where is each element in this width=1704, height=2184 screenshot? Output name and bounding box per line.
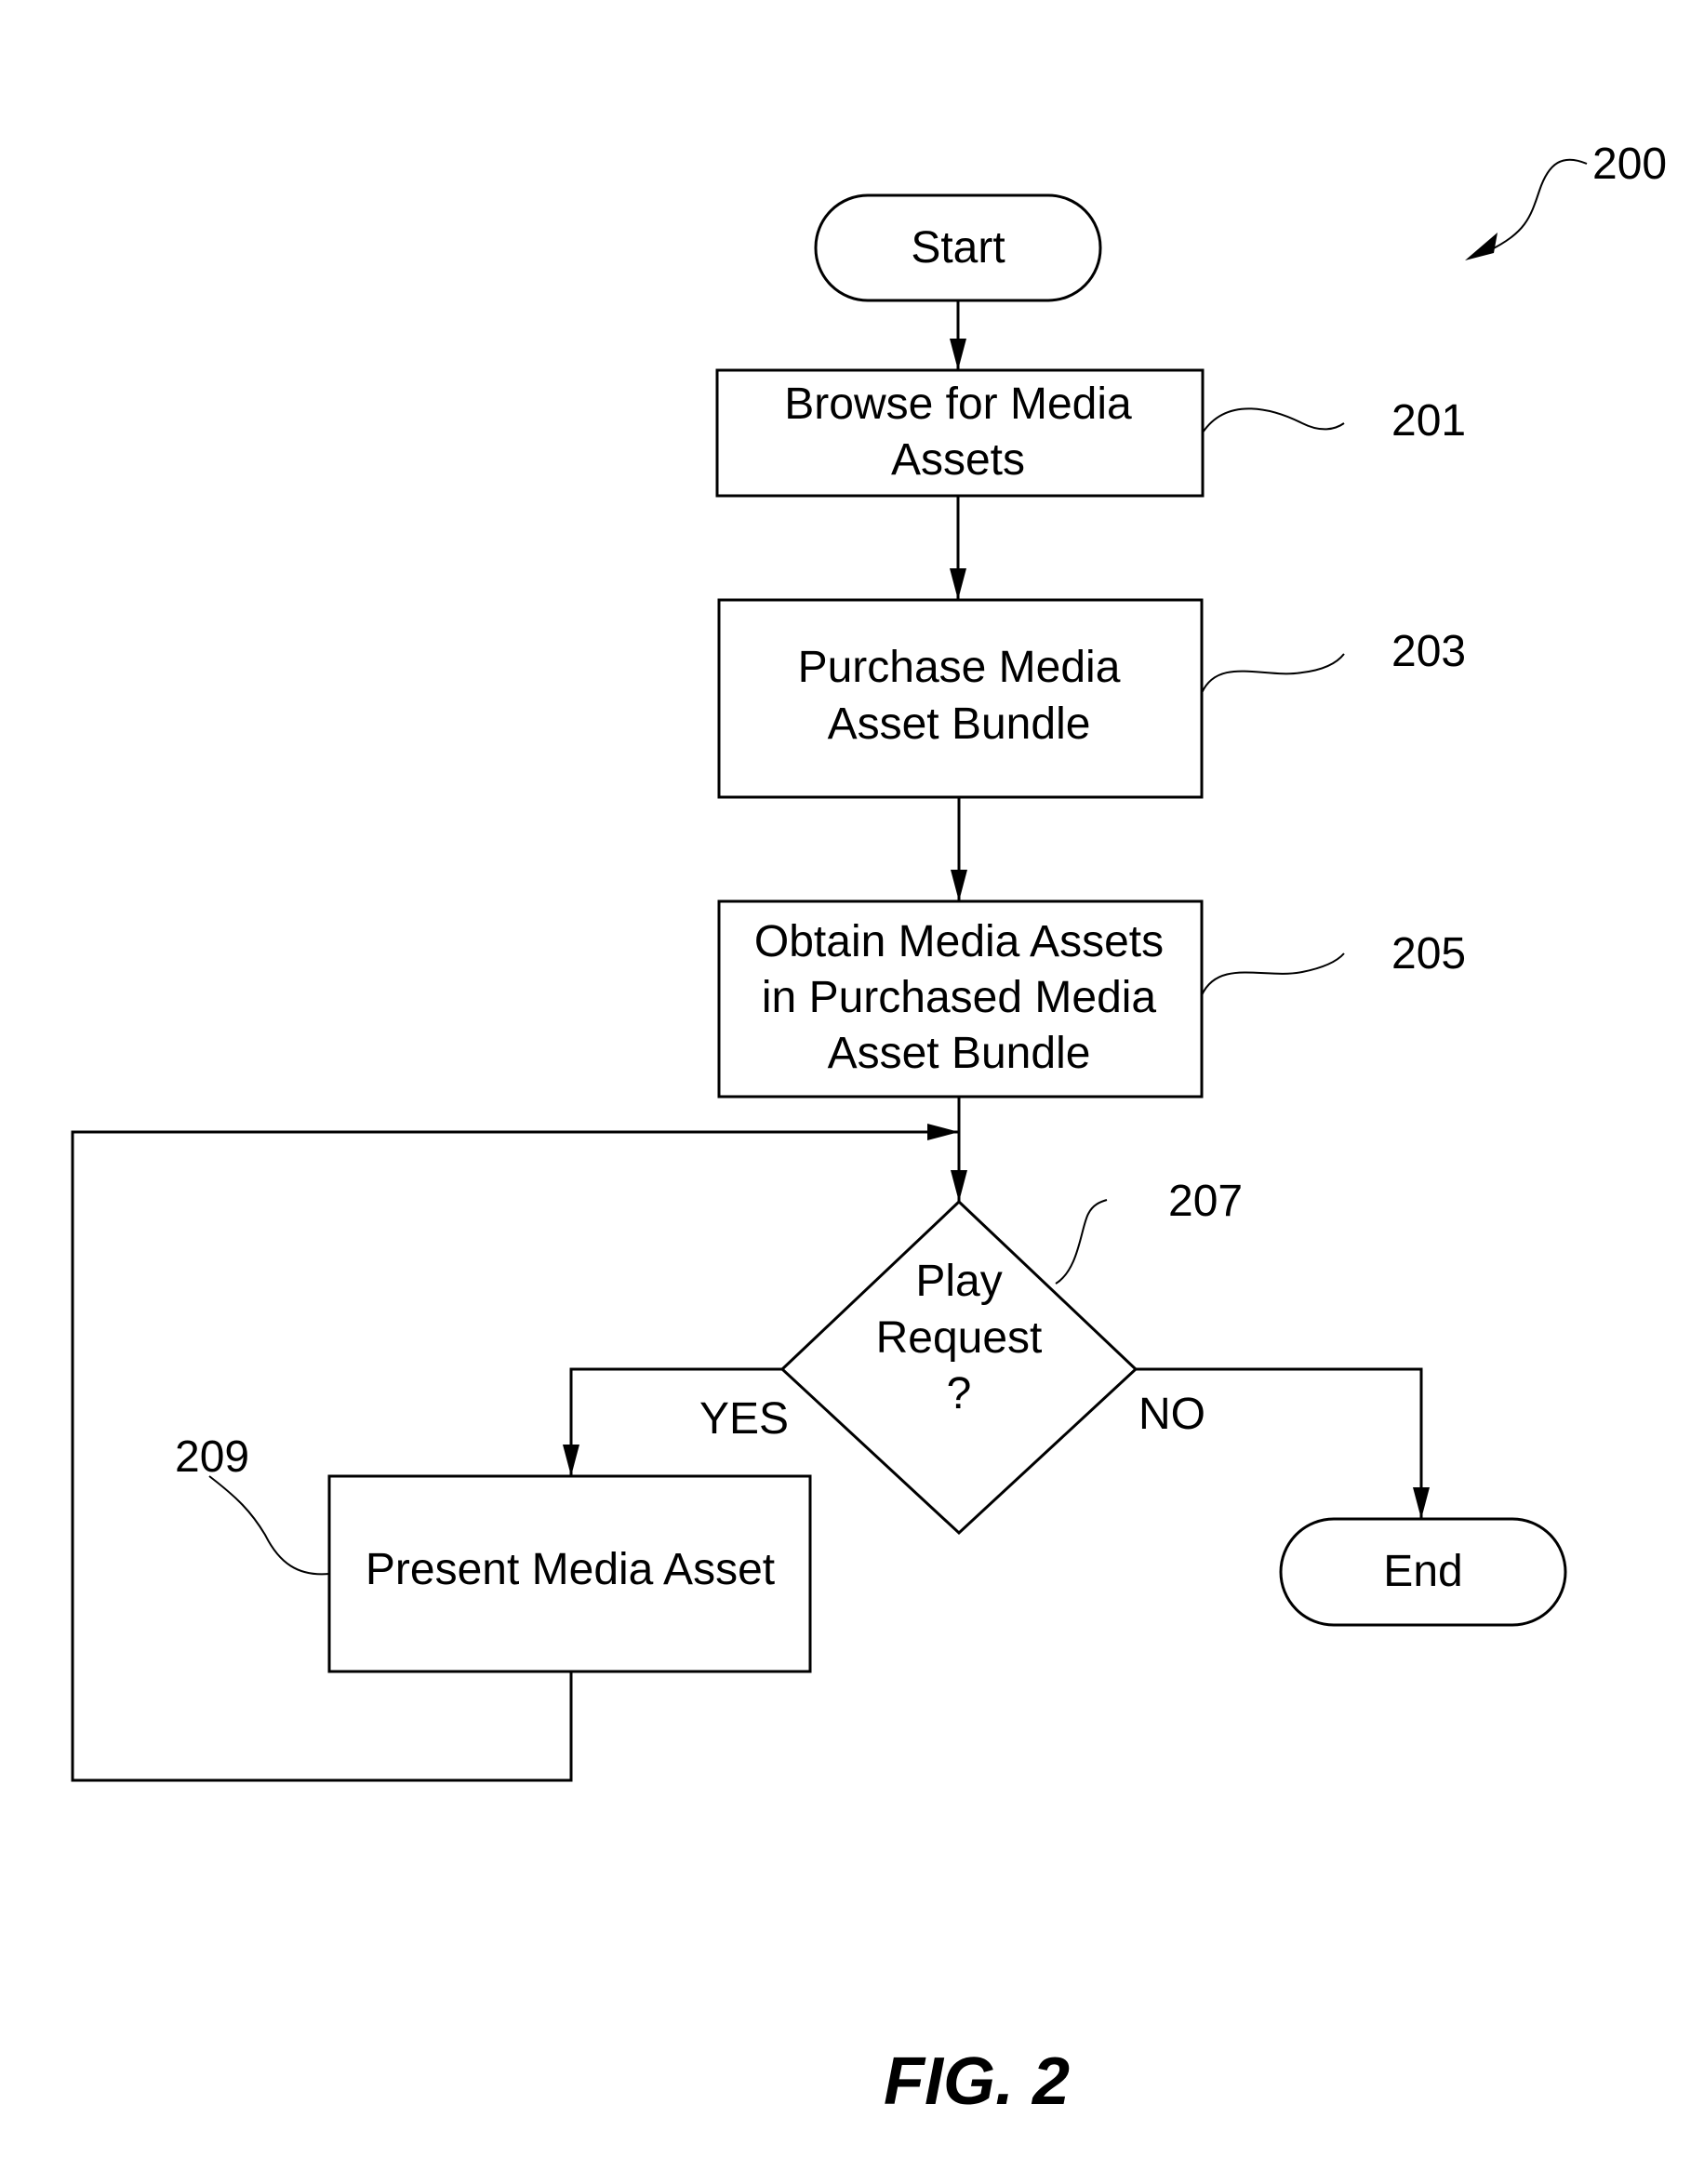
process-obtain-label-line-3: Asset Bundle	[828, 1029, 1091, 1078]
decision-play-request[interactable]: Play Request ?	[779, 1199, 1138, 1536]
process-purchase-label-line-2: Asset Bundle	[828, 699, 1091, 749]
start-terminal[interactable]: Start	[814, 193, 1102, 302]
process-purchase-shape	[717, 598, 1204, 799]
ref-label-201: 201	[1391, 396, 1466, 446]
ref-leader-207	[1055, 1199, 1108, 1285]
figure-ref-200: 200	[1465, 140, 1667, 260]
process-purchase-label-line-1: Purchase Media	[798, 643, 1121, 692]
process-obtain-label-line-2: in Purchased Media	[762, 973, 1157, 1022]
end-terminal[interactable]: End	[1279, 1517, 1567, 1627]
process-obtain-assets[interactable]: Obtain Media Assets in Purchased Media A…	[717, 899, 1204, 1099]
process-present-media-asset[interactable]: Present Media Asset	[327, 1474, 812, 1673]
process-browse-label-line-1: Browse for Media	[784, 380, 1132, 429]
figure-ref-leader	[1487, 158, 1588, 252]
ref-leader-201	[1202, 407, 1345, 433]
ref-label-203: 203	[1391, 627, 1466, 676]
process-obtain-label-line-1: Obtain Media Assets	[754, 917, 1164, 966]
flowchart-canvas: 200 Start Browse for Media Assets 201 Pu…	[71, 140, 1667, 2119]
figure-ref-number: 200	[1592, 140, 1667, 189]
decision-label-line-2: Request	[876, 1313, 1043, 1363]
process-browse-media-assets[interactable]: Browse for Media Assets	[715, 368, 1205, 498]
ref-label-209: 209	[175, 1432, 249, 1482]
process-present-label: Present Media Asset	[366, 1545, 775, 1594]
end-terminal-label: End	[1383, 1547, 1462, 1596]
ref-leader-205	[1201, 952, 1345, 996]
process-purchase-bundle[interactable]: Purchase Media Asset Bundle	[717, 598, 1204, 799]
decision-label-line-1: Play	[915, 1257, 1002, 1306]
edge-label-yes: YES	[699, 1394, 789, 1444]
figure-caption: FIG. 2	[884, 2044, 1070, 2119]
edge-label-no: NO	[1138, 1390, 1205, 1439]
start-terminal-label: Start	[911, 223, 1005, 273]
ref-leader-203	[1201, 653, 1345, 694]
process-browse-label-line-2: Assets	[891, 435, 1025, 485]
decision-label-line-3: ?	[947, 1369, 972, 1418]
ref-label-207: 207	[1168, 1177, 1243, 1226]
decision-shape	[779, 1199, 1138, 1536]
ref-leader-209	[208, 1475, 330, 1576]
ref-label-205: 205	[1391, 929, 1466, 979]
figure-ref-arrowhead-icon	[1465, 233, 1498, 260]
